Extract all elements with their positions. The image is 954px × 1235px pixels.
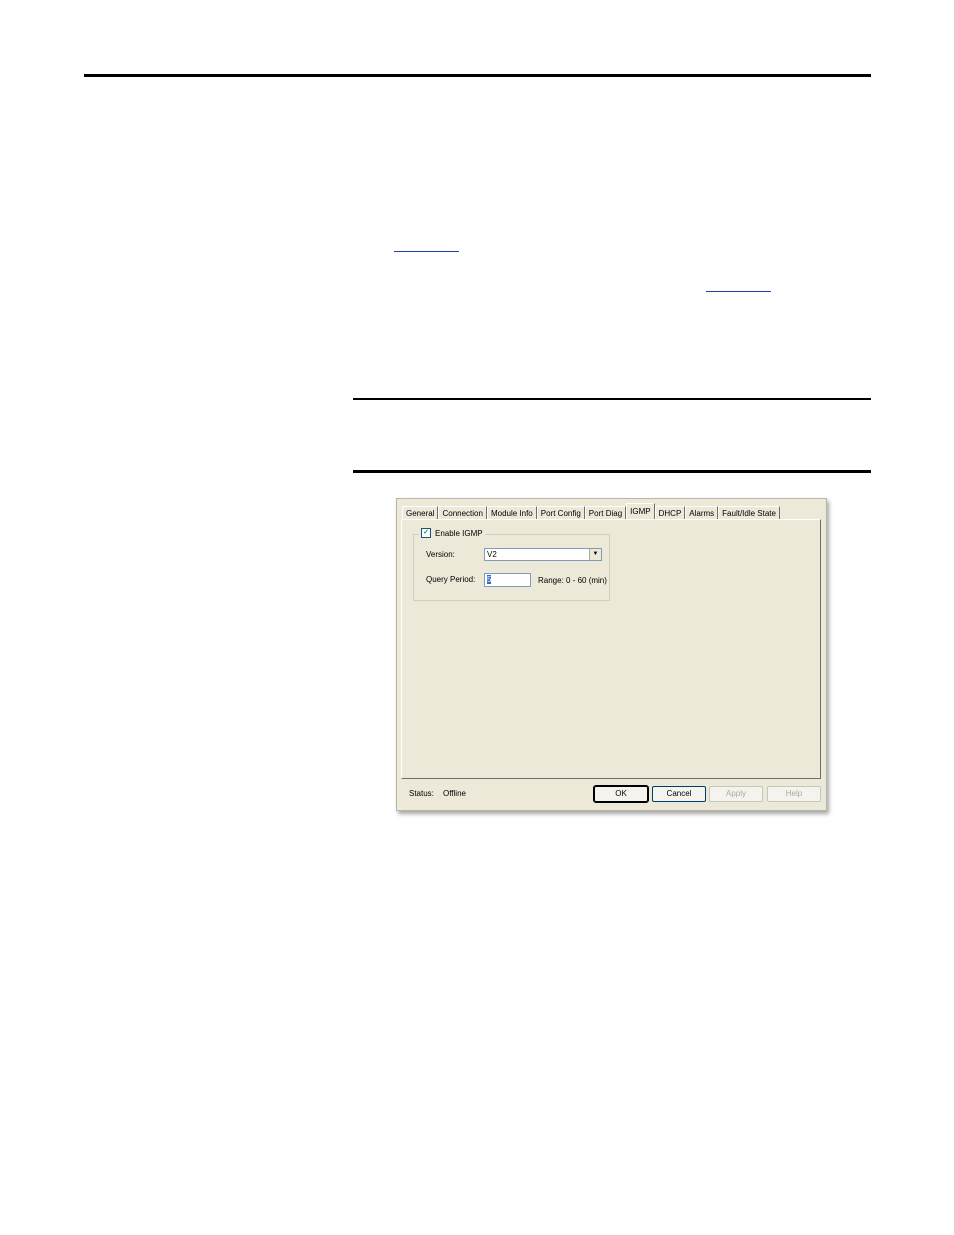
igmp-group: ✓ Enable IGMP Version: V2 ▼ Query Period… — [413, 528, 610, 601]
tab-strip: General Connection Module Info Port Conf… — [402, 503, 780, 520]
query-period-input[interactable]: 5 — [484, 573, 531, 587]
hyperlink-underline-1[interactable] — [394, 251, 459, 252]
query-period-label: Query Period: — [426, 575, 476, 584]
note-rule-bottom — [353, 470, 871, 473]
tab-port-diag[interactable]: Port Diag — [584, 506, 627, 520]
version-label: Version: — [426, 550, 455, 559]
module-properties-dialog: General Connection Module Info Port Conf… — [396, 498, 827, 811]
igmp-panel: ✓ Enable IGMP Version: V2 ▼ Query Period… — [401, 519, 821, 779]
query-period-value: 5 — [487, 575, 492, 584]
tab-connection[interactable]: Connection — [438, 506, 487, 520]
tab-dhcp[interactable]: DHCP — [654, 506, 686, 520]
hyperlink-underline-2[interactable] — [706, 291, 771, 292]
tab-general[interactable]: General — [402, 506, 439, 520]
query-range-text: Range: 0 - 60 (min) — [538, 576, 607, 585]
enable-igmp-label: Enable IGMP — [435, 528, 483, 538]
enable-igmp-option: ✓ Enable IGMP — [419, 528, 485, 538]
tab-fault-idle-state[interactable]: Fault/Idle State — [718, 506, 780, 520]
version-select[interactable]: V2 ▼ — [484, 548, 602, 561]
note-rule-top — [353, 398, 871, 400]
tab-igmp[interactable]: IGMP — [626, 503, 655, 519]
tab-module-info[interactable]: Module Info — [486, 506, 537, 520]
status-value: Offline — [443, 789, 466, 798]
apply-button[interactable]: Apply — [709, 786, 763, 802]
tab-alarms[interactable]: Alarms — [685, 506, 719, 520]
tab-port-config[interactable]: Port Config — [536, 506, 585, 520]
enable-igmp-checkbox[interactable]: ✓ — [421, 528, 431, 538]
version-value: V2 — [487, 550, 497, 559]
header-rule — [84, 74, 871, 77]
ok-button[interactable]: OK — [593, 785, 649, 803]
checkmark-icon: ✓ — [423, 529, 429, 536]
help-button[interactable]: Help — [767, 786, 821, 802]
cancel-button[interactable]: Cancel — [652, 786, 706, 802]
chevron-down-icon[interactable]: ▼ — [589, 549, 601, 560]
status-label: Status: — [409, 789, 434, 798]
